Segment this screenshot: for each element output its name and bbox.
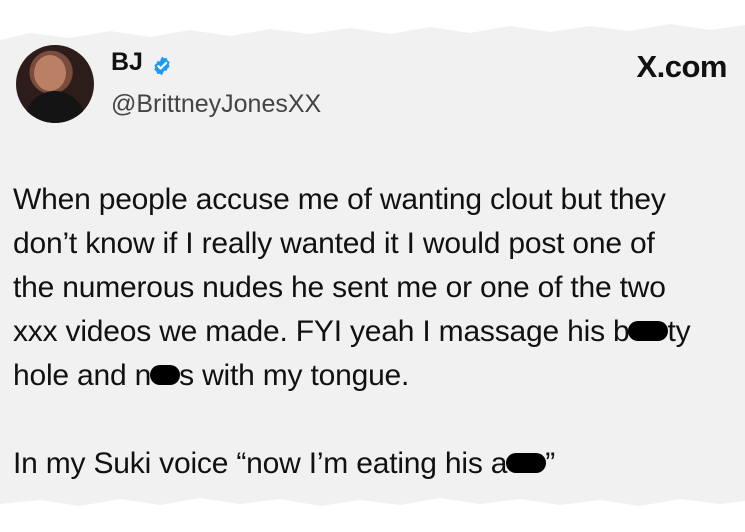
- redaction-mark: [628, 321, 669, 342]
- screenshot-stage: BJ @BrittneyJonesXX X.com When people ac…: [0, 0, 745, 532]
- avatar[interactable]: [16, 45, 94, 123]
- redaction-mark: [506, 453, 547, 474]
- redaction-mark: [150, 365, 181, 386]
- tweet-line-4-part-2: ty: [667, 315, 691, 348]
- tweet-line-4: xxx videos we made. FYI yeah I massage h…: [13, 310, 738, 354]
- tweet-line-2: don’t know if I really wanted it I would…: [13, 227, 655, 260]
- display-name[interactable]: BJ: [111, 50, 143, 75]
- verified-badge-icon: [154, 56, 170, 76]
- tweet-line-3: the numerous nudes he sent me or one of …: [13, 271, 666, 304]
- tweet-line-5: hole and n s with my tongue.: [13, 354, 738, 398]
- x-logo: X.com: [636, 49, 727, 84]
- tweet-line-5-part-2: s with my tongue.: [179, 359, 410, 392]
- profile-handle[interactable]: @BrittneyJonesXX: [111, 92, 321, 117]
- tweet-line-6: In my Suki voice “now I’m eating his a ”: [13, 442, 738, 486]
- tweet-line-1: When people accuse me of wanting clout b…: [13, 183, 666, 216]
- tweet-line-6-part-1: In my Suki voice “now I’m eating his a: [13, 447, 508, 480]
- tweet-line-5-part-1: hole and n: [13, 359, 152, 392]
- tweet-line-4-part-1: xxx videos we made. FYI yeah I massage h…: [13, 315, 630, 348]
- tweet-line-6-part-2: ”: [545, 447, 556, 480]
- tweet-text: When people accuse me of wanting clout b…: [13, 178, 738, 486]
